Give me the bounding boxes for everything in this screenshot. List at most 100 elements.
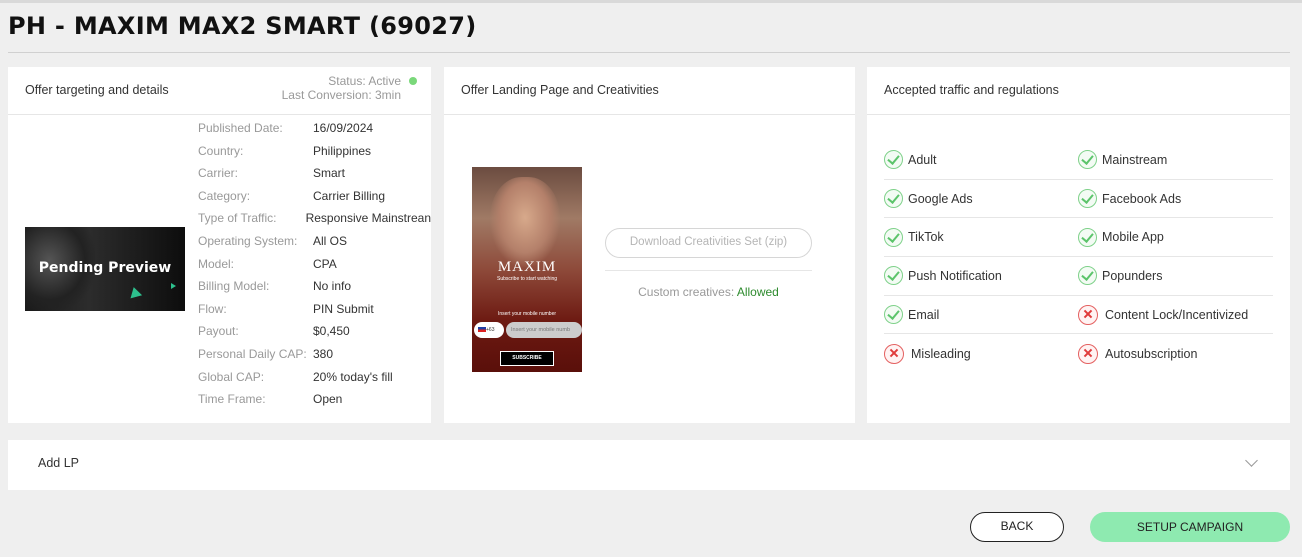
traffic-item-label: Mobile App	[1102, 230, 1164, 245]
detail-value: All OS	[313, 233, 348, 248]
check-circle-icon	[1078, 150, 1097, 170]
detail-value: CPA	[313, 256, 337, 271]
traffic-item-label: Google Ads	[908, 191, 973, 206]
detail-value: 20% today's fill	[313, 369, 393, 384]
custom-creatives-label: Custom creatives:	[638, 285, 735, 299]
creative-brand-logo: MAXIM	[497, 259, 557, 275]
traffic-row: TikTok Mobile App	[884, 218, 1273, 258]
add-lp-label: Add LP	[38, 456, 80, 470]
traffic-item: Mobile App	[1078, 227, 1272, 247]
detail-label: Country:	[198, 143, 244, 158]
detail-row: Model: CPA	[198, 257, 431, 280]
setup-campaign-button[interactable]: SETUP CAMPAIGN	[1090, 512, 1290, 542]
detail-label: Operating System:	[198, 233, 298, 248]
pending-preview-label: Pending Preview	[38, 260, 172, 276]
traffic-item: Popunders	[1078, 266, 1272, 286]
traffic-item-label: Autosubscription	[1105, 346, 1198, 361]
detail-row: Billing Model: No info	[198, 279, 431, 302]
detail-value: Philippines	[313, 143, 372, 158]
creative-tagline: Subscribe to start watching	[496, 276, 558, 282]
check-circle-icon	[884, 150, 903, 170]
detail-label: Flow:	[198, 301, 227, 316]
traffic-item-label: Email	[908, 307, 940, 322]
traffic-row: Google Ads Facebook Ads	[884, 180, 1273, 219]
check-circle-icon	[1078, 189, 1097, 209]
x-circle-icon	[1078, 304, 1098, 325]
detail-value: 16/09/2024	[313, 121, 374, 135]
traffic-card-header: Accepted traffic and regulations	[867, 67, 1290, 115]
detail-row: Global CAP: 20% today's fill	[198, 370, 431, 393]
check-circle-icon	[1078, 266, 1097, 286]
detail-row: Category: Carrier Billing	[198, 189, 431, 212]
traffic-item-label: TikTok	[908, 230, 944, 245]
traffic-item-label: Content Lock/Incentivized	[1105, 307, 1249, 322]
offer-details-list: Published Date: 16/09/2024 Country: Philipp…	[198, 121, 431, 415]
traffic-item-label: Facebook Ads	[1102, 191, 1182, 206]
detail-row: Personal Daily CAP: 380	[198, 347, 431, 370]
preview-triangle-icon	[127, 285, 143, 299]
detail-row: Operating System: All OS	[198, 234, 431, 257]
custom-creatives-status: Custom creatives: Allowed	[605, 285, 812, 299]
creative-model-image	[490, 177, 560, 267]
detail-label: Billing Model:	[198, 279, 270, 294]
detail-row: Payout: $0,450	[198, 324, 431, 347]
traffic-item-label: Misleading	[911, 346, 971, 361]
offer-card-header: Offer targeting and details Status: Acti…	[8, 67, 431, 115]
detail-label: Global CAP:	[198, 369, 265, 384]
traffic-item: Autosubscription	[1078, 343, 1272, 364]
detail-label: Time Frame:	[198, 392, 266, 407]
chevron-down-icon[interactable]	[1245, 454, 1258, 467]
lp-card-header: Offer Landing Page and Creativities	[444, 67, 855, 115]
traffic-row: Email Content Lock/Incentivized	[884, 296, 1273, 335]
check-circle-icon	[1078, 227, 1097, 247]
detail-row: Carrier: Smart	[198, 166, 431, 189]
traffic-item: TikTok	[884, 227, 1078, 247]
traffic-item: Push Notification	[884, 266, 1078, 286]
traffic-row: Push Notification Popunders	[884, 257, 1273, 296]
add-lp-accordion[interactable]: Add LP	[8, 440, 1290, 490]
detail-value: $0,450	[313, 324, 350, 339]
traffic-item: Content Lock/Incentivized	[1078, 304, 1272, 325]
creative-mobile-input: Insert your mobile numb	[506, 322, 582, 338]
offer-preview-image[interactable]: Pending Preview	[25, 227, 185, 311]
detail-label: Personal Daily CAP:	[198, 346, 307, 361]
preview-play-icon	[171, 283, 176, 289]
detail-label: Type of Traffic:	[198, 211, 277, 226]
traffic-item: Misleading	[884, 343, 1078, 364]
custom-creatives-value: Allowed	[736, 285, 779, 299]
traffic-item-label: Popunders	[1102, 268, 1163, 283]
check-circle-icon	[884, 266, 903, 286]
download-creatives-button[interactable]: Download Creativities Set (zip)	[605, 228, 812, 258]
detail-value: 380	[313, 346, 334, 361]
ph-flag-icon	[478, 327, 486, 332]
detail-row: Type of Traffic: Responsive Mainstrean	[198, 211, 431, 234]
detail-row: Published Date: 16/09/2024	[198, 121, 431, 144]
page-title: PH - MAXIM MAX2 SMART (69027)	[8, 12, 477, 40]
traffic-item: Adult	[884, 150, 1078, 170]
back-button[interactable]: BACK	[970, 512, 1064, 542]
top-border	[0, 0, 1302, 3]
detail-label: Category:	[198, 188, 251, 203]
offer-card-title: Offer targeting and details	[25, 83, 169, 97]
x-circle-icon	[1078, 343, 1098, 364]
title-divider	[8, 52, 1290, 53]
status-active-dot	[409, 77, 417, 85]
traffic-item: Facebook Ads	[1078, 189, 1272, 209]
detail-value: Open	[313, 392, 343, 407]
landing-page-card: Offer Landing Page and Creativities MAXI…	[444, 67, 855, 423]
landing-page-creative[interactable]: MAXIM Subscribe to start watching Insert…	[472, 167, 582, 372]
creative-mobile-label: Insert your mobile number	[497, 311, 557, 317]
check-circle-icon	[884, 227, 903, 247]
creative-subscribe-button: SUBSCRIBE	[500, 351, 554, 366]
traffic-item-label: Push Notification	[908, 268, 1002, 283]
traffic-item: Google Ads	[884, 189, 1078, 209]
status-block: Status: Active Last Conversion: 3min	[282, 74, 417, 102]
traffic-list: Adult Mainstream Google Ads Facebook Ads Tik…	[884, 141, 1273, 373]
detail-label: Payout:	[198, 324, 239, 339]
check-circle-icon	[884, 189, 903, 209]
traffic-card-title: Accepted traffic and regulations	[884, 83, 1059, 97]
traffic-item: Mainstream	[1078, 150, 1272, 170]
lp-divider	[605, 270, 812, 271]
offer-targeting-card: Offer targeting and details Status: Acti…	[8, 67, 431, 423]
detail-label: Carrier:	[198, 166, 239, 181]
